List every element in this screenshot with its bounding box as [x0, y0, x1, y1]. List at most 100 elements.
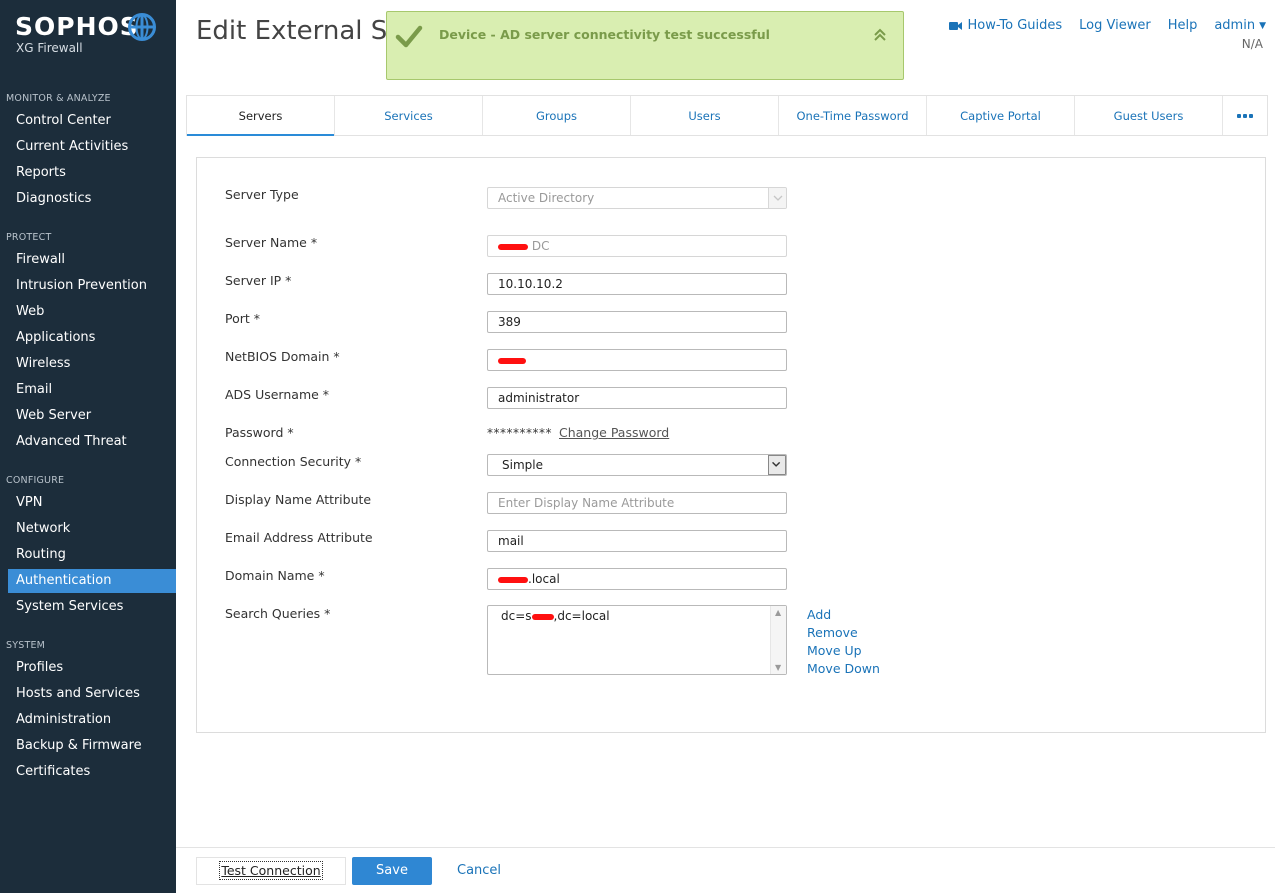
sidebar-item-web[interactable]: Web: [8, 300, 176, 324]
server-type-label: Server Type: [225, 187, 299, 202]
server-type-select: Active Directory: [487, 187, 787, 209]
add-query-button[interactable]: Add: [807, 607, 831, 622]
chevron-down-icon: [768, 455, 786, 475]
search-query-suffix: ,dc=local: [553, 609, 610, 623]
sidebar-item-reports[interactable]: Reports: [8, 161, 176, 185]
collapse-up-icon[interactable]: [873, 27, 887, 43]
top-links: How-To Guides Log Viewer Help admin ▼: [932, 18, 1266, 33]
tab-guest-users[interactable]: Guest Users: [1075, 96, 1223, 135]
footer-bar: Test Connection Save Cancel: [176, 847, 1275, 893]
display-name-attribute-field[interactable]: Enter Display Name Attribute: [487, 492, 787, 514]
domain-name-label: Domain Name *: [225, 568, 325, 583]
sidebar: SOPHOS XG Firewall MONITOR & ANALYZE Cont…: [0, 0, 176, 893]
ads-username-label: ADS Username *: [225, 387, 330, 402]
change-password-link[interactable]: Change Password: [559, 425, 669, 440]
search-query-prefix: dc=s: [501, 609, 532, 623]
user-menu[interactable]: admin ▼: [1214, 18, 1266, 33]
how-to-guides-link[interactable]: How-To Guides: [948, 18, 1063, 33]
user-subtext: N/A: [1241, 37, 1263, 51]
sidebar-item-email[interactable]: Email: [8, 378, 176, 402]
save-button[interactable]: Save: [352, 857, 432, 885]
redaction-mark: [531, 613, 554, 620]
password-mask: **********: [487, 426, 552, 440]
chevron-down-icon: ▼: [1259, 20, 1266, 31]
display-name-attribute-label: Display Name Attribute: [225, 492, 372, 507]
ads-username-field[interactable]: administrator: [487, 387, 787, 409]
remove-query-button[interactable]: Remove: [807, 625, 858, 640]
nav-section-title: PROTECT: [6, 232, 52, 243]
email-address-attribute-label: Email Address Attribute: [225, 530, 373, 545]
server-name-field: DC: [487, 235, 787, 257]
server-name-value: DC: [531, 239, 550, 253]
tab-users[interactable]: Users: [631, 96, 779, 135]
scroll-up-icon[interactable]: ▲: [775, 608, 781, 617]
sidebar-item-administration[interactable]: Administration: [8, 708, 176, 732]
search-queries-label: Search Queries *: [225, 606, 331, 621]
search-query-item[interactable]: dc=s ,dc=local: [501, 609, 610, 623]
scrollbar[interactable]: ▲ ▼: [770, 606, 786, 674]
sidebar-item-intrusion-prevention[interactable]: Intrusion Prevention: [8, 274, 176, 298]
connection-security-value: Simple: [502, 458, 543, 472]
move-up-button[interactable]: Move Up: [807, 643, 862, 658]
email-address-attribute-field[interactable]: mail: [487, 530, 787, 552]
sidebar-item-wireless[interactable]: Wireless: [8, 352, 176, 376]
sidebar-item-profiles[interactable]: Profiles: [8, 656, 176, 680]
redaction-mark: [498, 243, 528, 250]
sidebar-item-authentication[interactable]: Authentication: [8, 569, 176, 593]
move-down-button[interactable]: Move Down: [807, 661, 880, 676]
help-link[interactable]: Help: [1168, 18, 1198, 33]
user-name: admin: [1214, 18, 1256, 33]
sidebar-item-diagnostics[interactable]: Diagnostics: [8, 187, 176, 211]
server-name-label: Server Name *: [225, 235, 318, 250]
page-title: Edit External Ser: [196, 16, 414, 46]
more-tabs-icon[interactable]: [1223, 96, 1267, 135]
sidebar-item-system-services[interactable]: System Services: [8, 595, 176, 619]
test-connection-button[interactable]: Test Connection: [196, 857, 346, 885]
sidebar-item-firewall[interactable]: Firewall: [8, 248, 176, 272]
sidebar-item-backup-firmware[interactable]: Backup & Firmware: [8, 734, 176, 758]
success-notification: Device - AD server connectivity test suc…: [386, 11, 904, 80]
server-form-panel: Server Type Active Directory Server Name…: [196, 157, 1266, 733]
tab-captive-portal[interactable]: Captive Portal: [927, 96, 1075, 135]
redaction-mark: [498, 357, 526, 364]
sidebar-item-certificates[interactable]: Certificates: [8, 760, 176, 784]
how-to-guides-label: How-To Guides: [967, 18, 1063, 33]
tab-bar: Servers Services Groups Users One-Time Passw…: [186, 95, 1268, 136]
notification-message: Device - AD server connectivity test suc…: [439, 27, 770, 42]
sidebar-item-network[interactable]: Network: [8, 517, 176, 541]
cancel-button[interactable]: Cancel: [457, 863, 501, 878]
sidebar-item-routing[interactable]: Routing: [8, 543, 176, 567]
sidebar-item-control-center[interactable]: Control Center: [8, 109, 176, 133]
sidebar-item-applications[interactable]: Applications: [8, 326, 176, 350]
globe-logo-icon: [128, 13, 156, 41]
sidebar-item-current-activities[interactable]: Current Activities: [8, 135, 176, 159]
nav-section-title: MONITOR & ANALYZE: [6, 93, 111, 104]
sidebar-item-vpn[interactable]: VPN: [8, 491, 176, 515]
server-type-value: Active Directory: [498, 191, 595, 205]
netbios-domain-field[interactable]: [487, 349, 787, 371]
log-viewer-link[interactable]: Log Viewer: [1079, 18, 1151, 33]
domain-name-value: .local: [528, 572, 560, 586]
nav-section-title: CONFIGURE: [6, 475, 65, 486]
brand-name: SOPHOS: [15, 12, 139, 41]
tab-one-time-password[interactable]: One-Time Password: [779, 96, 927, 135]
connection-security-select[interactable]: Simple: [487, 454, 787, 476]
domain-name-field[interactable]: .local: [487, 568, 787, 590]
sidebar-item-web-server[interactable]: Web Server: [8, 404, 176, 428]
brand-product: XG Firewall: [16, 41, 83, 55]
tab-services[interactable]: Services: [335, 96, 483, 135]
sidebar-item-advanced-threat[interactable]: Advanced Threat: [8, 430, 176, 454]
scroll-down-icon[interactable]: ▼: [775, 663, 781, 672]
port-field[interactable]: 389: [487, 311, 787, 333]
search-queries-list[interactable]: dc=s ,dc=local ▲ ▼: [487, 605, 787, 675]
video-camera-icon: [948, 21, 962, 30]
port-label: Port *: [225, 311, 261, 326]
chevron-down-icon: [768, 188, 786, 208]
brand: SOPHOS XG Firewall: [15, 12, 165, 62]
test-connection-label: Test Connection: [219, 861, 323, 880]
tab-groups[interactable]: Groups: [483, 96, 631, 135]
sidebar-item-hosts-and-services[interactable]: Hosts and Services: [8, 682, 176, 706]
redaction-mark: [498, 576, 528, 583]
server-ip-field[interactable]: 10.10.10.2: [487, 273, 787, 295]
tab-servers[interactable]: Servers: [187, 96, 335, 136]
